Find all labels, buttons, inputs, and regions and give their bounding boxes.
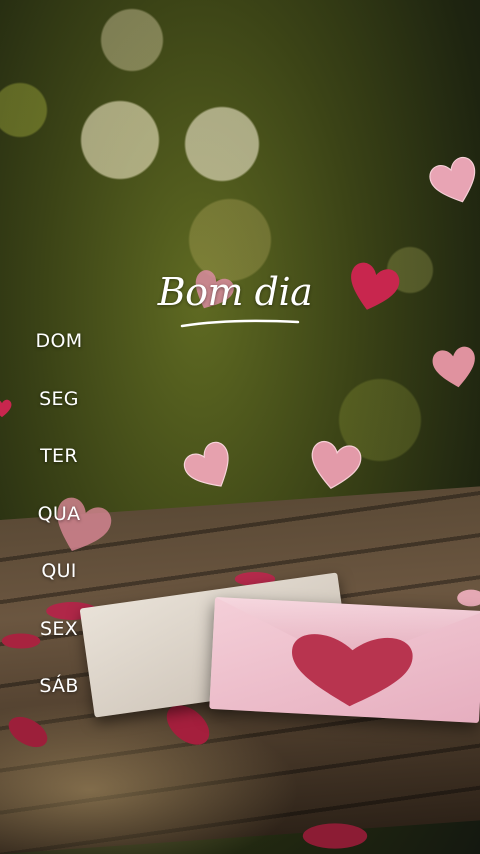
weekday-tuesday[interactable]: TER: [18, 443, 100, 501]
envelope-icon: [209, 597, 480, 723]
greeting-title: Bom dia: [157, 270, 313, 314]
petal-icon: [166, 705, 210, 745]
greeting-screen: Bom dia DOM SEG TER QUA QUI SEX SÁB: [0, 0, 480, 854]
weekday-sunday[interactable]: DOM: [18, 328, 100, 386]
petal-icon: [457, 589, 480, 607]
floating-heart-icon: [311, 441, 362, 489]
heart-icon: [292, 634, 413, 707]
floating-heart-icon: [183, 441, 229, 487]
floating-heart-icon: [0, 399, 12, 418]
weekday-saturday[interactable]: SÁB: [18, 673, 100, 731]
floating-heart-icon: [429, 156, 476, 203]
floating-heart-icon: [432, 346, 475, 388]
weekday-wednesday[interactable]: QUA: [18, 501, 100, 559]
title-underline: [180, 319, 300, 328]
weekday-friday[interactable]: SEX: [18, 616, 100, 674]
weekday-thursday[interactable]: QUI: [18, 558, 100, 616]
floating-heart-icon: [351, 262, 400, 310]
weekday-monday[interactable]: SEG: [18, 386, 100, 444]
petal-icon: [302, 823, 368, 849]
weekday-list: DOM SEG TER QUA QUI SEX SÁB: [18, 328, 100, 731]
